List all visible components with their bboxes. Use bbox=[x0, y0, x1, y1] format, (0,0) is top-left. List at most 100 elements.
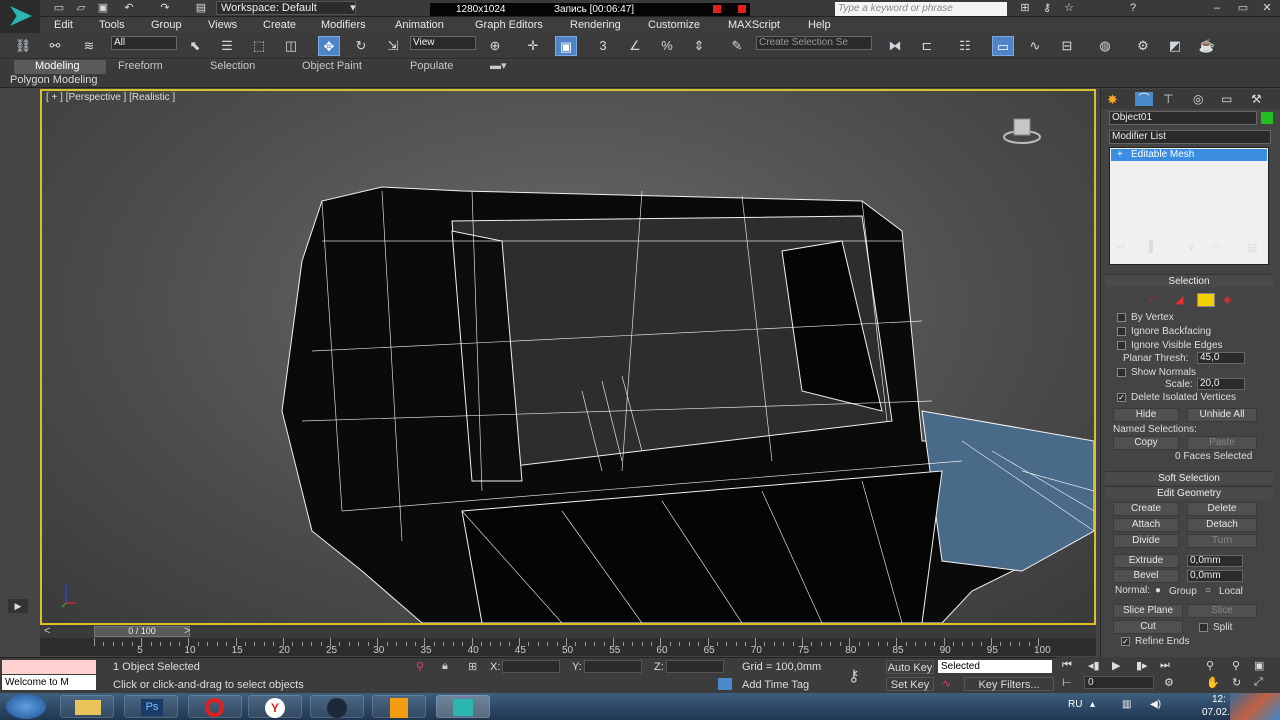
play-sidebar-icon[interactable]: ▶ bbox=[8, 599, 28, 613]
mirror-icon[interactable]: ⧓ bbox=[884, 36, 906, 56]
absolute-mode-icon[interactable]: ⊞ bbox=[468, 660, 477, 673]
scale-spinner[interactable]: 20,0 bbox=[1197, 378, 1245, 390]
new-file-icon[interactable]: ▭ bbox=[52, 1, 66, 15]
make-unique-icon[interactable]: ⋎ bbox=[1187, 241, 1195, 254]
network-icon[interactable]: ▥ bbox=[1122, 699, 1131, 710]
current-frame-field[interactable]: 0 bbox=[1084, 676, 1154, 689]
restore-icon[interactable]: ▭ bbox=[1236, 1, 1250, 15]
yandex-browser-task-icon[interactable]: Y bbox=[248, 695, 302, 718]
menu-maxscript[interactable]: MAXScript bbox=[728, 17, 780, 33]
search-input[interactable]: Type a keyword or phrase bbox=[835, 2, 1007, 16]
select-manipulate-icon[interactable]: ✛ bbox=[522, 36, 544, 56]
clock-date[interactable]: 07.02. bbox=[1202, 707, 1230, 718]
selection-rollout-header[interactable]: Selection bbox=[1105, 274, 1273, 287]
maximize-viewport-icon[interactable]: ⤢ bbox=[1254, 676, 1263, 689]
reference-coordinate-dropdown[interactable]: View bbox=[410, 36, 476, 50]
tab-object-paint[interactable]: Object Paint bbox=[302, 60, 362, 73]
bevel-spinner[interactable]: 0,0mm bbox=[1187, 570, 1243, 582]
app-logo[interactable] bbox=[0, 0, 40, 33]
menu-create[interactable]: Create bbox=[263, 17, 296, 33]
zoom-all-icon[interactable]: ⚲ bbox=[1232, 659, 1240, 672]
detach-button[interactable]: Detach bbox=[1187, 518, 1257, 532]
link-icon[interactable]: ⛓ bbox=[12, 36, 34, 56]
y-coordinate-field[interactable] bbox=[584, 660, 642, 673]
set-key-mode-icon[interactable]: ⚷ bbox=[848, 666, 860, 686]
ribbon-subtitle[interactable]: Polygon Modeling bbox=[10, 74, 97, 86]
utilities-tab-icon[interactable]: ⚒ bbox=[1251, 92, 1262, 106]
delete-button[interactable]: Delete bbox=[1187, 502, 1257, 516]
perspective-viewport[interactable]: [ + ] [Perspective ] [Realistic ] bbox=[40, 89, 1096, 625]
ribbon-toggle-icon[interactable]: ▭ bbox=[992, 36, 1014, 56]
menu-modifiers[interactable]: Modifiers bbox=[321, 17, 366, 33]
maxscript-listener-mini[interactable] bbox=[2, 660, 96, 674]
configure-sets-icon[interactable]: ▤ bbox=[1247, 241, 1257, 254]
menu-customize[interactable]: Customize bbox=[648, 17, 700, 33]
menu-tools[interactable]: Tools bbox=[99, 17, 125, 33]
set-key-button[interactable]: Set Key bbox=[886, 677, 934, 691]
curve-editor-icon[interactable]: ∿ bbox=[1024, 36, 1046, 56]
time-tag-icon[interactable] bbox=[718, 678, 732, 690]
show-desktop-thumbnail[interactable] bbox=[1230, 693, 1280, 720]
workspace-dropdown[interactable]: Workspace: Default bbox=[216, 1, 356, 15]
time-configuration-icon[interactable]: ⚙ bbox=[1164, 676, 1174, 689]
delete-isolated-checkbox[interactable]: ✓ bbox=[1117, 393, 1126, 402]
soft-selection-rollout-header[interactable]: Soft Selection bbox=[1105, 471, 1273, 484]
hide-button[interactable]: Hide bbox=[1113, 408, 1179, 422]
material-editor-icon[interactable]: ◍ bbox=[1094, 36, 1116, 56]
binoculars-icon[interactable]: ⊞ bbox=[1018, 1, 1032, 15]
orbit-icon[interactable]: ↻ bbox=[1232, 676, 1241, 689]
copy-button[interactable]: Copy bbox=[1113, 436, 1179, 450]
chevron-down-icon[interactable]: ▾ bbox=[346, 1, 360, 15]
local-radio-icon[interactable]: ○ bbox=[1205, 585, 1211, 596]
close-icon[interactable]: ✕ bbox=[1260, 1, 1274, 15]
photoshop-task-icon[interactable]: Ps bbox=[124, 695, 178, 718]
extrude-spinner[interactable]: 0,0mm bbox=[1187, 555, 1243, 567]
pan-icon[interactable]: ✋ bbox=[1206, 676, 1220, 689]
explorer-task-icon[interactable] bbox=[60, 695, 114, 718]
play-icon[interactable]: ▶ bbox=[1112, 659, 1120, 672]
prev-frame-icon[interactable]: < bbox=[44, 625, 50, 637]
stop-icon[interactable] bbox=[738, 5, 746, 13]
z-coordinate-field[interactable] bbox=[666, 660, 724, 673]
key-mode-toggle-icon[interactable]: ⊢ bbox=[1062, 676, 1072, 689]
next-frame-button-icon[interactable]: ▮▸ bbox=[1136, 659, 1148, 672]
unlink-icon[interactable]: ⚯ bbox=[44, 36, 66, 56]
key-filters-button[interactable]: Key Filters... bbox=[964, 677, 1054, 691]
create-button[interactable]: Create bbox=[1113, 502, 1179, 516]
edge-icon[interactable]: ∕ bbox=[1151, 293, 1153, 305]
pivot-center-icon[interactable]: ⊕ bbox=[484, 36, 506, 56]
percent-snap-icon[interactable]: % bbox=[656, 36, 678, 56]
tab-modeling[interactable]: Modeling bbox=[14, 60, 106, 74]
volume-icon[interactable]: ◀) bbox=[1150, 699, 1161, 710]
next-frame-icon[interactable]: > bbox=[184, 625, 190, 637]
3dsmax-task-icon[interactable] bbox=[436, 695, 490, 718]
select-by-name-icon[interactable]: ☰ bbox=[216, 36, 238, 56]
menu-help[interactable]: Help bbox=[808, 17, 831, 33]
menu-graph-editors[interactable]: Graph Editors bbox=[475, 17, 543, 33]
minimize-icon[interactable]: – bbox=[1210, 1, 1224, 15]
set-key-icon[interactable]: ∿ bbox=[942, 677, 951, 690]
opera-task-icon[interactable] bbox=[188, 695, 242, 718]
paste-button[interactable]: Paste bbox=[1187, 436, 1257, 450]
spinner-snap-icon[interactable]: ⇕ bbox=[688, 36, 710, 56]
modifier-list-dropdown[interactable]: Modifier List bbox=[1109, 130, 1271, 144]
rendered-frame-window-icon[interactable]: ◩ bbox=[1164, 36, 1186, 56]
named-selection-set-dropdown[interactable]: Create Selection Se bbox=[756, 36, 872, 50]
refine-ends-checkbox[interactable]: ✓ bbox=[1121, 637, 1130, 646]
menu-edit[interactable]: Edit bbox=[54, 17, 73, 33]
time-slider[interactable]: < 0 / 100 > bbox=[40, 625, 1096, 638]
angle-snap-icon[interactable]: ∠ bbox=[624, 36, 646, 56]
show-normals-checkbox[interactable] bbox=[1117, 368, 1126, 377]
plus-icon[interactable]: + bbox=[1117, 149, 1123, 160]
align-icon[interactable]: ⊏ bbox=[916, 36, 938, 56]
ignore-visible-edges-checkbox[interactable] bbox=[1117, 341, 1126, 350]
redo-icon[interactable]: ↷ bbox=[158, 1, 172, 15]
turn-button[interactable]: Turn bbox=[1187, 534, 1257, 548]
project-folder-icon[interactable]: ▤ bbox=[194, 1, 208, 15]
move-icon[interactable]: ✥ bbox=[318, 36, 340, 56]
object-name-field[interactable]: Object01 bbox=[1109, 111, 1257, 125]
time-slider-thumb[interactable]: 0 / 100 bbox=[94, 626, 190, 637]
undo-icon[interactable]: ↶ bbox=[122, 1, 136, 15]
menu-group[interactable]: Group bbox=[151, 17, 182, 33]
motion-tab-icon[interactable]: ◎ bbox=[1193, 92, 1203, 106]
